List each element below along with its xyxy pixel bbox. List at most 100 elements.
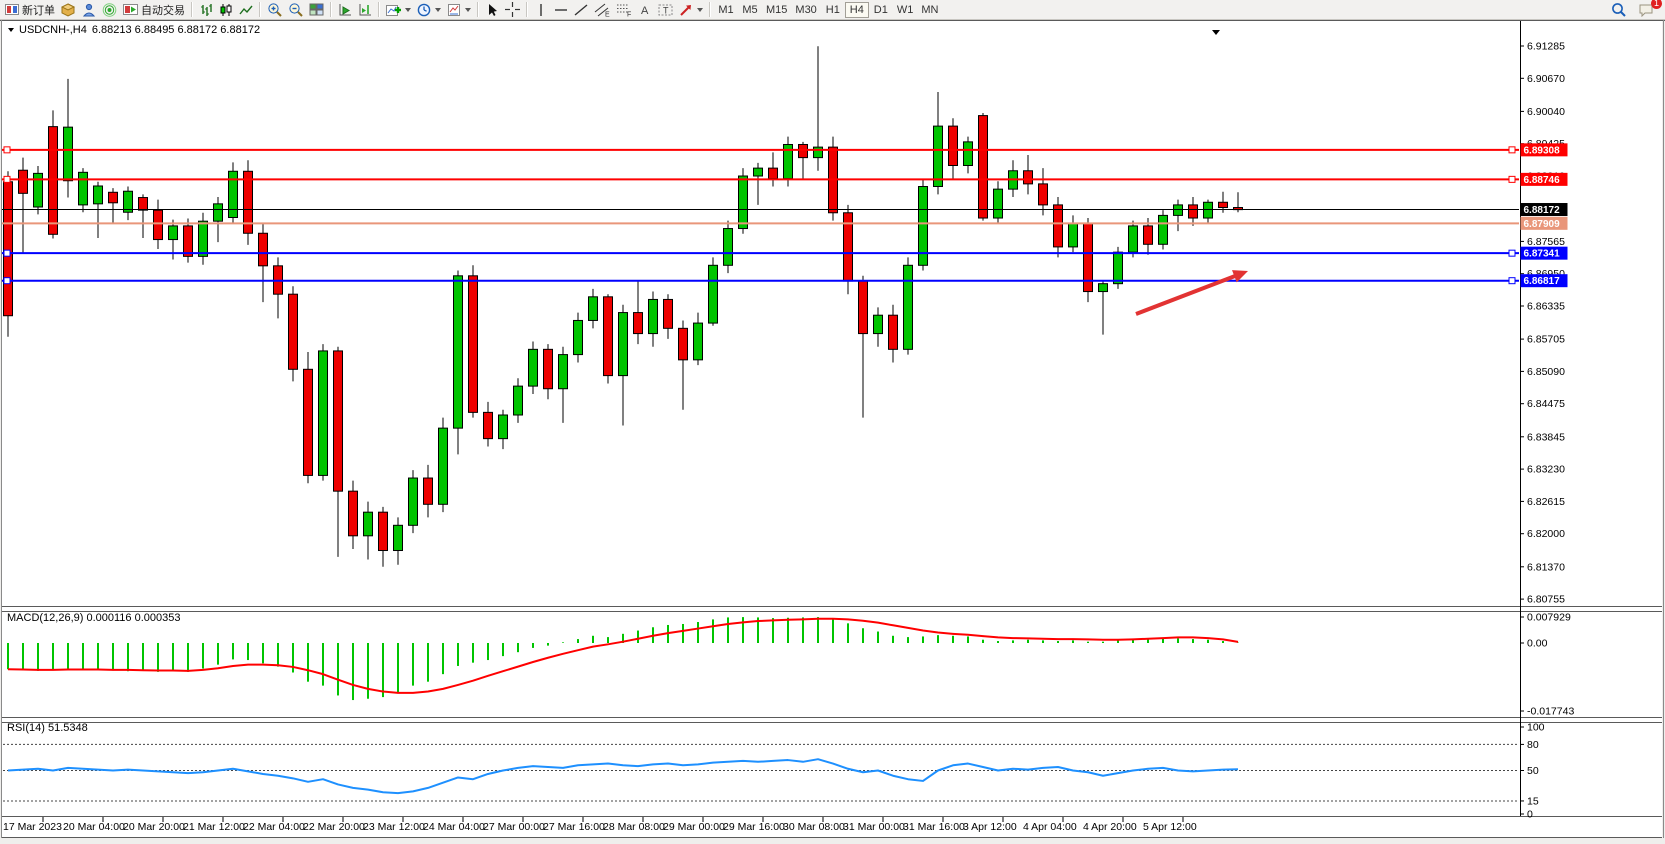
candle-up [514, 386, 523, 415]
time-tick-label: 31 Mar 16:00 [903, 821, 965, 833]
candle-up [364, 512, 373, 536]
price-line-label: 6.88172 [1524, 205, 1561, 216]
arrow-tools-button[interactable] [676, 1, 706, 19]
time-tick-label: 23 Mar 12:00 [363, 821, 425, 833]
line-anchor[interactable] [4, 278, 10, 284]
market-watch-button[interactable] [58, 1, 79, 19]
zoom-in-button[interactable] [264, 1, 285, 19]
crosshair-icon [505, 2, 520, 17]
line-anchor[interactable] [4, 250, 10, 256]
candle-up [319, 351, 328, 475]
autotrading-icon [123, 3, 138, 16]
navigator-button[interactable] [99, 1, 120, 19]
zoom-out-button[interactable] [285, 1, 306, 19]
line-anchor[interactable] [1509, 278, 1515, 284]
trendline-button[interactable] [571, 1, 591, 19]
notifications-button[interactable]: 1 [1635, 1, 1657, 19]
candle-down [304, 369, 313, 475]
add-indicator-icon [386, 3, 401, 17]
candle-up [1159, 215, 1168, 244]
data-window-button[interactable] [79, 1, 99, 19]
equidistant-channel-button[interactable]: E [591, 1, 613, 19]
line-anchor[interactable] [1509, 176, 1515, 182]
price-tick-label: 6.83845 [1527, 431, 1565, 443]
new-order-button[interactable]: 新订单 [2, 1, 58, 19]
tile-windows-button[interactable] [306, 1, 327, 19]
price-tick-label: 6.87565 [1527, 236, 1565, 248]
auto-scroll-icon [338, 3, 352, 17]
periods-button[interactable] [414, 1, 444, 19]
autotrading-button[interactable]: 自动交易 [120, 1, 188, 19]
candlestick-chart-button[interactable] [216, 1, 236, 19]
rsi-tick-label: 100 [1527, 722, 1545, 734]
line-anchor[interactable] [1509, 147, 1515, 153]
templates-button[interactable] [444, 1, 474, 19]
line-anchor[interactable] [4, 176, 10, 182]
candle-down [154, 210, 163, 239]
auto-scroll-button[interactable] [335, 1, 355, 19]
bar-chart-button[interactable] [196, 1, 216, 19]
line-chart-icon [239, 3, 253, 17]
candle-up [229, 171, 238, 217]
rsi-tick-label: 0 [1527, 809, 1533, 821]
text-tool-button[interactable]: A [635, 1, 655, 19]
rsi-tick-label: 50 [1527, 765, 1539, 777]
price-line-label: 6.87909 [1524, 219, 1561, 230]
fibonacci-button[interactable]: F [613, 1, 635, 19]
candle-up [709, 265, 718, 323]
cursor-button[interactable] [482, 1, 502, 19]
label-tool-button[interactable]: T [655, 1, 676, 19]
candle-up [934, 126, 943, 186]
candle-up [79, 172, 88, 205]
price-tick-label: 6.83230 [1527, 464, 1565, 476]
chart-shift-button[interactable] [355, 1, 375, 19]
timeframe-m5-button[interactable]: M5 [738, 2, 762, 18]
arrow-tools-icon [679, 3, 693, 17]
timeframe-mn-button[interactable]: MN [917, 2, 942, 18]
chevron-down-icon [405, 8, 411, 12]
candle-up [529, 349, 538, 386]
horizontal-line-button[interactable] [551, 1, 571, 19]
chart-background [2, 21, 1662, 837]
toolbar-separator [477, 2, 479, 17]
price-tick-label: 6.85705 [1527, 334, 1565, 346]
price-tick-label: 6.84475 [1527, 398, 1565, 410]
candle-down [334, 351, 343, 491]
timeframe-m15-button[interactable]: M15 [762, 2, 791, 18]
candle-down [349, 491, 358, 536]
price-tick-label: 6.82615 [1527, 496, 1565, 508]
candle-down [544, 349, 553, 388]
label-tool-icon: T [658, 3, 673, 17]
candle-up [199, 221, 208, 256]
timeframe-m1-button[interactable]: M1 [714, 2, 738, 18]
price-line-label: 6.87341 [1524, 249, 1561, 260]
crosshair-button[interactable] [502, 1, 523, 19]
candle-down [1189, 205, 1198, 218]
candle-up [874, 315, 883, 333]
timeframe-h1-button[interactable]: H1 [821, 2, 845, 18]
candle-up [619, 313, 628, 376]
rsi-tick-label: 15 [1527, 795, 1539, 807]
line-anchor[interactable] [1509, 250, 1515, 256]
candle-up [994, 189, 1003, 218]
candle-down [259, 233, 268, 266]
candle-down [664, 299, 673, 328]
line-anchor[interactable] [4, 147, 10, 153]
rsi-tick-label: 80 [1527, 739, 1539, 751]
cursor-icon [486, 3, 498, 17]
timeframe-m30-button[interactable]: M30 [791, 2, 820, 18]
candle-down [1039, 184, 1048, 205]
timeframe-w1-button[interactable]: W1 [893, 2, 918, 18]
candle-up [904, 265, 913, 349]
vertical-line-button[interactable] [531, 1, 551, 19]
search-button[interactable] [1608, 1, 1629, 19]
indicators-button[interactable] [383, 1, 414, 19]
svg-text:E: E [605, 11, 610, 17]
timeframe-d1-button[interactable]: D1 [869, 2, 893, 18]
timeframe-h4-button[interactable]: H4 [845, 2, 869, 18]
candle-down [424, 478, 433, 504]
new-order-label: 新订单 [22, 2, 55, 18]
line-chart-button[interactable] [236, 1, 256, 19]
candle-up [559, 355, 568, 389]
chart-canvas[interactable]: 6.912856.906706.900406.894256.888106.881… [0, 0, 1665, 844]
